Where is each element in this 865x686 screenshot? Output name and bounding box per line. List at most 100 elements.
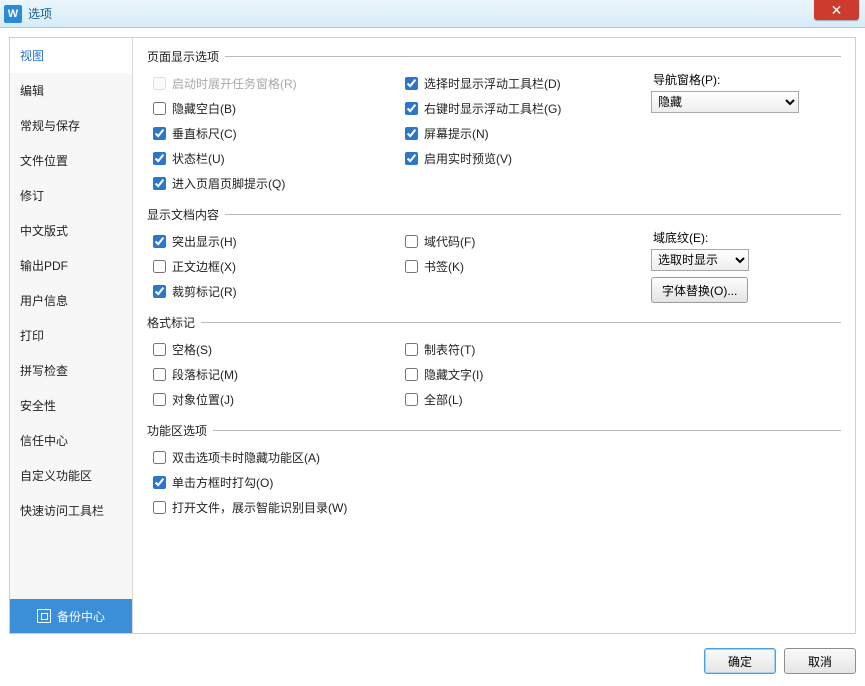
field-shading-select[interactable]: 选取时显示: [651, 249, 749, 271]
ribbon-opt-0[interactable]: 双击选项卡时隐藏功能区(A): [147, 445, 841, 470]
format-marks-b-2-checkbox[interactable]: [405, 393, 418, 406]
backup-icon: [37, 609, 51, 623]
sidebar-item-4[interactable]: 修订: [10, 178, 132, 213]
ribbon-opt-0-checkbox[interactable]: [153, 451, 166, 464]
format-marks-a-1[interactable]: 段落标记(M): [147, 362, 399, 387]
sidebar-item-11[interactable]: 信任中心: [10, 423, 132, 458]
ribbon-opt-2[interactable]: 打开文件，展示智能识别目录(W): [147, 495, 841, 520]
doc-content-a-0[interactable]: 突出显示(H): [147, 229, 399, 254]
doc-content-a-1-checkbox[interactable]: [153, 260, 166, 273]
format-marks-a-2-checkbox[interactable]: [153, 393, 166, 406]
page-display-b-2-checkbox[interactable]: [405, 127, 418, 140]
format-marks-b-1-label: 隐藏文字(I): [424, 366, 483, 383]
page-display-a-2-checkbox[interactable]: [153, 127, 166, 140]
ribbon-opt-1-checkbox[interactable]: [153, 476, 166, 489]
format-marks-a-0-label: 空格(S): [172, 341, 212, 358]
page-display-b-0-checkbox[interactable]: [405, 77, 418, 90]
doc-content-a-0-label: 突出显示(H): [172, 233, 237, 250]
group-format-marks: 格式标记空格(S) 段落标记(M) 对象位置(J) 制表符(T) 隐藏文字(I) 全部(L…: [147, 314, 841, 414]
sidebar-item-8[interactable]: 打印: [10, 318, 132, 353]
window-title: 选项: [28, 5, 52, 22]
main-area: 视图编辑常规与保存文件位置修订中文版式输出PDF用户信息打印拼写检查安全性信任中…: [9, 37, 856, 634]
doc-content-b-0-checkbox[interactable]: [405, 235, 418, 248]
group-doc-content: 显示文档内容突出显示(H)正文边框(X)裁剪标记(R)域代码(F)书签(K)域底…: [147, 206, 841, 306]
dialog-buttons: 确定 取消: [704, 648, 856, 674]
close-button[interactable]: ✕: [814, 0, 859, 20]
sidebar-item-6[interactable]: 输出PDF: [10, 248, 132, 283]
doc-content-b-0[interactable]: 域代码(F): [399, 229, 651, 254]
format-marks-a-2[interactable]: 对象位置(J): [147, 387, 399, 412]
group-page-display: 页面显示选项启动时展开任务窗格(R) 隐藏空白(B) 垂直标尺(C) 状态栏(U)进入…: [147, 48, 841, 198]
format-marks-b-2[interactable]: 全部(L): [399, 387, 651, 412]
page-display-b-2-label: 屏幕提示(N): [424, 125, 489, 142]
group-page-display-legend: 页面显示选项: [147, 48, 225, 65]
page-display-a-1-checkbox[interactable]: [153, 102, 166, 115]
sidebar-item-2[interactable]: 常规与保存: [10, 108, 132, 143]
titlebar: W 选项 ✕: [0, 0, 865, 28]
page-display-b-1-checkbox[interactable]: [405, 102, 418, 115]
ribbon-opt-1-label: 单击方框时打勾(O): [172, 474, 273, 491]
doc-content-b-1-checkbox[interactable]: [405, 260, 418, 273]
doc-content-a-2-label: 裁剪标记(R): [172, 283, 237, 300]
page-display-a-0-checkbox: [153, 77, 166, 90]
page-display-b-2[interactable]: 屏幕提示(N): [399, 121, 651, 146]
format-marks-b-1[interactable]: 隐藏文字(I): [399, 362, 651, 387]
page-display-a-3-checkbox[interactable]: [153, 152, 166, 165]
sidebar-item-13[interactable]: 快速访问工具栏: [10, 493, 132, 528]
group-ribbon-options-legend: 功能区选项: [147, 422, 213, 439]
format-marks-b-2-label: 全部(L): [424, 391, 463, 408]
format-marks-a-1-checkbox[interactable]: [153, 368, 166, 381]
page-display-b-0-label: 选择时显示浮动工具栏(D): [424, 75, 561, 92]
doc-content-a-2-checkbox[interactable]: [153, 285, 166, 298]
format-marks-a-1-label: 段落标记(M): [172, 366, 238, 383]
sidebar-item-9[interactable]: 拼写检查: [10, 353, 132, 388]
sidebar-item-12[interactable]: 自定义功能区: [10, 458, 132, 493]
doc-content-a-0-checkbox[interactable]: [153, 235, 166, 248]
page-display-a-1-label: 隐藏空白(B): [172, 100, 236, 117]
sidebar: 视图编辑常规与保存文件位置修订中文版式输出PDF用户信息打印拼写检查安全性信任中…: [10, 38, 133, 633]
doc-content-b-1-label: 书签(K): [424, 258, 464, 275]
ribbon-opt-1[interactable]: 单击方框时打勾(O): [147, 470, 841, 495]
cancel-button[interactable]: 取消: [784, 648, 856, 674]
sidebar-item-3[interactable]: 文件位置: [10, 143, 132, 178]
backup-center-button[interactable]: 备份中心: [10, 599, 132, 633]
page-display-a-2[interactable]: 垂直标尺(C): [147, 121, 399, 146]
page-display-a-3[interactable]: 状态栏(U): [147, 146, 399, 171]
ok-button[interactable]: 确定: [704, 648, 776, 674]
doc-content-b-1[interactable]: 书签(K): [399, 254, 651, 279]
group-ribbon-options: 功能区选项双击选项卡时隐藏功能区(A) 单击方框时打勾(O) 打开文件，展示智能识别…: [147, 422, 841, 522]
format-marks-b-0-checkbox[interactable]: [405, 343, 418, 356]
doc-content-b-0-label: 域代码(F): [424, 233, 475, 250]
sidebar-item-10[interactable]: 安全性: [10, 388, 132, 423]
page-display-b-3[interactable]: 启用实时预览(V): [399, 146, 651, 171]
doc-content-a-1[interactable]: 正文边框(X): [147, 254, 399, 279]
doc-content-a-2[interactable]: 裁剪标记(R): [147, 279, 399, 304]
format-marks-b-1-checkbox[interactable]: [405, 368, 418, 381]
ribbon-opt-2-checkbox[interactable]: [153, 501, 166, 514]
content-area: 视图编辑常规与保存文件位置修订中文版式输出PDF用户信息打印拼写检查安全性信任中…: [0, 28, 865, 686]
page-display-a-0-label: 启动时展开任务窗格(R): [172, 75, 297, 92]
page-display-b-1-label: 右键时显示浮动工具栏(G): [424, 100, 561, 117]
page-display-b-0[interactable]: 选择时显示浮动工具栏(D): [399, 71, 651, 96]
format-marks-b-0[interactable]: 制表符(T): [399, 337, 651, 362]
app-icon: W: [4, 5, 22, 23]
page-display-a-2-label: 垂直标尺(C): [172, 125, 237, 142]
format-marks-a-0-checkbox[interactable]: [153, 343, 166, 356]
font-substitution-button[interactable]: 字体替换(O)...: [651, 277, 748, 303]
page-display-b-1[interactable]: 右键时显示浮动工具栏(G): [399, 96, 651, 121]
settings-panel: 页面显示选项启动时展开任务窗格(R) 隐藏空白(B) 垂直标尺(C) 状态栏(U)进入…: [133, 38, 855, 633]
page-display-b-3-checkbox[interactable]: [405, 152, 418, 165]
format-marks-a-0[interactable]: 空格(S): [147, 337, 399, 362]
sidebar-item-1[interactable]: 编辑: [10, 73, 132, 108]
page-display-a-4-checkbox[interactable]: [153, 177, 166, 190]
nav-pane-select[interactable]: 隐藏: [651, 91, 799, 113]
format-marks-b-0-label: 制表符(T): [424, 341, 475, 358]
page-display-a-4[interactable]: 进入页眉页脚提示(Q): [147, 171, 399, 196]
sidebar-item-7[interactable]: 用户信息: [10, 283, 132, 318]
sidebar-item-5[interactable]: 中文版式: [10, 213, 132, 248]
sidebar-item-0[interactable]: 视图: [10, 38, 132, 73]
ribbon-opt-2-label: 打开文件，展示智能识别目录(W): [172, 499, 347, 516]
group-format-marks-legend: 格式标记: [147, 314, 201, 331]
page-display-a-0: 启动时展开任务窗格(R): [147, 71, 399, 96]
page-display-a-1[interactable]: 隐藏空白(B): [147, 96, 399, 121]
